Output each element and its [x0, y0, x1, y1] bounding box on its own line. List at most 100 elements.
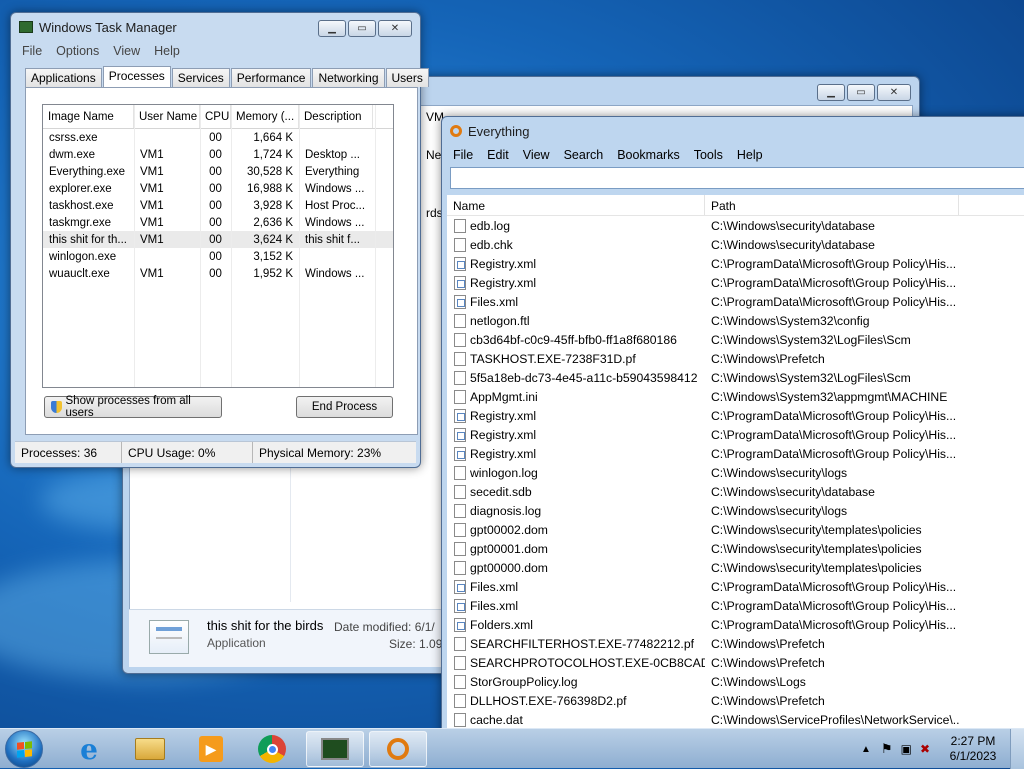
result-row[interactable]: cache.dat C:\Windows\ServiceProfiles\Netw…: [447, 710, 1024, 729]
result-row[interactable]: Folders.xml C:\ProgramData\Microsoft\Grou…: [447, 615, 1024, 634]
menu-search[interactable]: Search: [557, 148, 611, 162]
process-row[interactable]: explorer.exe VM1 00 16,988 K Windows ...: [43, 180, 393, 197]
result-row[interactable]: AppMgmt.ini C:\Windows\System32\appmgmt\M…: [447, 387, 1024, 406]
taskbar-chrome[interactable]: [243, 731, 301, 767]
volume-muted-icon[interactable]: ✖: [920, 742, 930, 756]
result-name: Registry.xml: [470, 446, 537, 461]
result-row[interactable]: gpt00000.dom C:\Windows\security\template…: [447, 558, 1024, 577]
result-row[interactable]: cb3d64bf-c0c9-45ff-bfb0-ff1a8f680186 C:\W…: [447, 330, 1024, 349]
result-path: C:\ProgramData\Microsoft\Group Policy\Hi…: [711, 446, 957, 461]
start-button[interactable]: [5, 730, 43, 768]
column-description[interactable]: Description: [299, 105, 373, 128]
menu-help[interactable]: Help: [730, 148, 770, 162]
menu-bookmarks[interactable]: Bookmarks: [610, 148, 687, 162]
process-row[interactable]: taskhost.exe VM1 00 3,928 K Host Proc...: [43, 197, 393, 214]
tab-processes[interactable]: Processes: [102, 66, 171, 87]
close-button[interactable]: ✕: [378, 20, 412, 37]
menu-tools[interactable]: Tools: [687, 148, 730, 162]
process-row[interactable]: wuauclt.exe VM1 00 1,952 K Windows ...: [43, 265, 393, 282]
column-memory[interactable]: Memory (...: [231, 105, 299, 128]
process-image-name: taskhost.exe: [49, 199, 114, 212]
result-row[interactable]: TASKHOST.EXE-7238F31D.pf C:\Windows\Prefe…: [447, 349, 1024, 368]
column-name[interactable]: Name: [447, 195, 705, 215]
taskbar-media-player[interactable]: ▶: [182, 731, 240, 767]
process-row[interactable]: winlogon.exe 00 3,152 K: [43, 248, 393, 265]
tab-services[interactable]: Services: [171, 68, 230, 87]
process-row[interactable]: taskmgr.exe VM1 00 2,636 K Windows ...: [43, 214, 393, 231]
result-row[interactable]: Registry.xml C:\ProgramData\Microsoft\Gro…: [447, 273, 1024, 292]
result-row[interactable]: diagnosis.log C:\Windows\security\logs: [447, 501, 1024, 520]
result-row[interactable]: SEARCHPROTOCOLHOST.EXE-0CB8CADE... C:\Win…: [447, 653, 1024, 672]
result-row[interactable]: Files.xml C:\ProgramData\Microsoft\Group …: [447, 596, 1024, 615]
status-processes: Processes: 36: [15, 442, 122, 463]
clock[interactable]: 2:27 PM 6/1/2023: [936, 734, 1010, 764]
result-row[interactable]: Registry.xml C:\ProgramData\Microsoft\Gro…: [447, 406, 1024, 425]
result-row[interactable]: edb.log C:\Windows\security\database 1,0: [447, 216, 1024, 235]
action-center-flag-icon[interactable]: ⚑: [881, 741, 893, 757]
end-process-button[interactable]: End Process: [296, 396, 393, 418]
process-list[interactable]: Image Name User Name CPU Memory (... Des…: [42, 104, 394, 388]
column-size[interactable]: [959, 195, 1024, 215]
taskbar-windows-explorer[interactable]: [121, 731, 179, 767]
menu-view[interactable]: View: [516, 148, 557, 162]
result-row[interactable]: netlogon.ftl C:\Windows\System32\config: [447, 311, 1024, 330]
search-input[interactable]: [450, 167, 1024, 189]
result-row[interactable]: gpt00002.dom C:\Windows\security\template…: [447, 520, 1024, 539]
menu-file[interactable]: File: [446, 148, 480, 162]
menu-view[interactable]: View: [106, 44, 147, 58]
column-user-name[interactable]: User Name: [134, 105, 200, 128]
column-cpu[interactable]: CPU: [200, 105, 231, 128]
minimize-button[interactable]: ▁: [318, 20, 346, 37]
task-manager-window[interactable]: Windows Task Manager ▁ ▭ ✕ File Options …: [10, 12, 429, 468]
maximize-button[interactable]: ▭: [847, 84, 875, 101]
process-memory: 2,636 K: [253, 216, 293, 229]
menu-help[interactable]: Help: [147, 44, 187, 58]
tab-applications[interactable]: Applications: [25, 68, 102, 87]
result-row[interactable]: gpt00001.dom C:\Windows\security\template…: [447, 539, 1024, 558]
process-row[interactable]: csrss.exe 00 1,664 K: [43, 129, 393, 146]
network-icon[interactable]: ▣: [901, 742, 912, 756]
result-row[interactable]: Files.xml C:\ProgramData\Microsoft\Group …: [447, 292, 1024, 311]
show-all-processes-button[interactable]: Show processes from all users: [44, 395, 222, 419]
result-row[interactable]: StorGroupPolicy.log C:\Windows\Logs: [447, 672, 1024, 691]
result-name-cell: StorGroupPolicy.log: [447, 674, 705, 689]
result-row[interactable]: edb.chk C:\Windows\security\database: [447, 235, 1024, 254]
results-table[interactable]: Name Path edb.log C:\Windows\security\dat…: [447, 195, 1024, 739]
maximize-button[interactable]: ▭: [348, 20, 376, 37]
result-row[interactable]: winlogon.log C:\Windows\security\logs 1,0: [447, 463, 1024, 482]
result-row[interactable]: secedit.sdb C:\Windows\security\database 1…: [447, 482, 1024, 501]
tab-networking[interactable]: Networking: [312, 68, 385, 87]
result-row[interactable]: DLLHOST.EXE-766398D2.pf C:\Windows\Prefet…: [447, 691, 1024, 710]
file-icon: [454, 332, 466, 347]
process-row[interactable]: dwm.exe VM1 00 1,724 K Desktop ...: [43, 146, 393, 163]
process-image-name: explorer.exe: [49, 182, 112, 195]
menu-edit[interactable]: Edit: [480, 148, 516, 162]
result-name: winlogon.log: [470, 465, 538, 480]
everything-titlebar[interactable]: Everything: [442, 117, 1024, 145]
column-image-name[interactable]: Image Name: [43, 105, 134, 128]
menu-file[interactable]: File: [15, 44, 49, 58]
clock-time: 2:27 PM: [950, 734, 996, 748]
result-row[interactable]: Registry.xml C:\ProgramData\Microsoft\Gro…: [447, 444, 1024, 463]
process-row[interactable]: Everything.exe VM1 00 30,528 K Everything: [43, 163, 393, 180]
column-path[interactable]: Path: [705, 195, 959, 215]
everything-window[interactable]: Everything File Edit View Search Bookmar…: [441, 116, 1024, 740]
menu-options[interactable]: Options: [49, 44, 106, 58]
show-hidden-icons-button[interactable]: ▲: [861, 744, 871, 755]
process-row[interactable]: this shit for th... VM1 00 3,624 K this shit…: [43, 231, 393, 248]
close-button[interactable]: ✕: [877, 84, 911, 101]
result-row[interactable]: SEARCHFILTERHOST.EXE-77482212.pf C:\Windo…: [447, 634, 1024, 653]
tab-performance[interactable]: Performance: [230, 68, 312, 87]
show-desktop-button[interactable]: [1010, 729, 1024, 769]
taskbar-internet-explorer[interactable]: e: [60, 731, 118, 767]
result-row[interactable]: 5f5a18eb-dc73-4e45-a11c-b59043598412 C:\W…: [447, 368, 1024, 387]
tab-users[interactable]: Users: [385, 68, 429, 87]
result-name: secedit.sdb: [470, 484, 532, 499]
taskbar-everything[interactable]: [369, 731, 427, 767]
taskbar-task-manager[interactable]: [306, 731, 364, 767]
result-row[interactable]: Files.xml C:\ProgramData\Microsoft\Group …: [447, 577, 1024, 596]
result-row[interactable]: Registry.xml C:\ProgramData\Microsoft\Gro…: [447, 425, 1024, 444]
result-name-cell: Files.xml: [447, 294, 705, 309]
minimize-button[interactable]: ▁: [817, 84, 845, 101]
result-row[interactable]: Registry.xml C:\ProgramData\Microsoft\Gro…: [447, 254, 1024, 273]
